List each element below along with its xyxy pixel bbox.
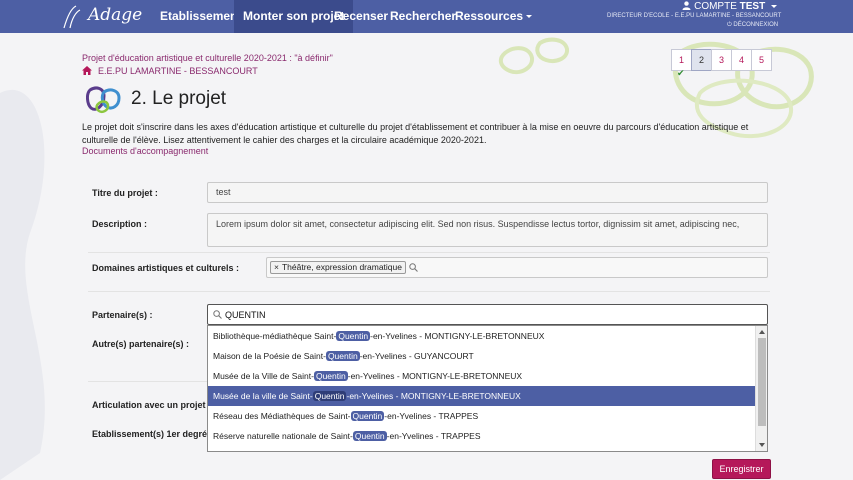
option-text: Maison de la Poésie de Saint-: [213, 351, 326, 361]
intro-text: Le projet doit s'inscrire dans les axes …: [82, 122, 749, 145]
step-5[interactable]: 5: [751, 49, 772, 71]
dropdown-option[interactable]: Musée de la Ville de Saint- Quentin -en-Yv…: [208, 366, 756, 386]
user-icon: [682, 1, 691, 10]
search-icon: [409, 263, 418, 272]
option-text: Réserve naturelle nationale de Saint-: [213, 431, 353, 441]
option-match: Quentin: [350, 411, 385, 421]
account-menu[interactable]: COMPTE TEST: [682, 1, 777, 12]
page-title: 2. Le projet: [131, 88, 227, 109]
title-input[interactable]: test: [207, 182, 768, 203]
account-role: DIRECTEUR D'ECOLE - E.E.PU LAMARTINE - B…: [607, 13, 782, 19]
remove-tag-icon[interactable]: ×: [274, 262, 279, 272]
partners-search-input[interactable]: QUENTIN: [207, 304, 768, 325]
option-text: Musée de la Ville de Saint-: [213, 371, 314, 381]
school-breadcrumb[interactable]: E.E.PU LAMARTINE - BESSANCOURT: [82, 66, 258, 76]
scroll-up-icon[interactable]: [759, 330, 765, 334]
option-text: -en-Yvelines - TRAPPES: [384, 411, 479, 421]
option-text: -en-Yvelines - TRAPPES: [386, 431, 481, 441]
dropdown-option[interactable]: Réseau des Médiathèques de Saint- Quentin…: [208, 406, 756, 426]
caret-down-icon: [526, 15, 533, 19]
description-label: Description :: [92, 219, 148, 229]
home-icon: [82, 66, 92, 75]
option-match: Quentin: [313, 371, 348, 381]
option-match: Quentin: [352, 431, 387, 441]
school-name: E.E.PU LAMARTINE - BESSANCOURT: [98, 66, 258, 76]
option-text: Musée de la ville de Saint-: [213, 391, 313, 401]
documents-link[interactable]: Documents d'accompagnement: [82, 146, 208, 156]
logout-link[interactable]: ⏻ DÉCONNEXION: [727, 22, 778, 29]
partners-label: Partenaire(s) :: [92, 310, 153, 320]
step-2[interactable]: 2: [691, 49, 712, 71]
caret-down-icon: [771, 4, 777, 8]
account-prefix: COMPTE: [694, 1, 737, 12]
divider: [88, 252, 770, 253]
step-1-complete-check-icon: ✔: [677, 68, 685, 78]
step-4[interactable]: 4: [731, 49, 752, 71]
step-3[interactable]: 3: [711, 49, 732, 71]
project-title: Projet d'éducation artistique et culture…: [82, 53, 333, 63]
dropdown-option[interactable]: Maison de la Poésie de Saint- Quentin -en-…: [208, 346, 756, 366]
nav-label: Etablissement: [160, 9, 242, 23]
dropdown-scrollbar[interactable]: [755, 326, 767, 451]
dropdown-option[interactable]: Réserve naturelle nationale de Saint- Que…: [208, 426, 756, 446]
option-text: -en-Yvelines - MONTIGNY-LE-BRETONNEUX: [347, 371, 523, 381]
title-label: Titre du projet :: [92, 188, 158, 198]
nav-label: Recenser: [334, 9, 389, 23]
option-text: Réseau des Médiathèques de Saint-: [213, 411, 351, 421]
nav-ressources[interactable]: Ressources: [446, 0, 541, 33]
description-textarea[interactable]: Lorem ipsum dolor sit amet, consectetur …: [207, 213, 768, 247]
other-partners-label: Autre(s) partenaire(s) :: [92, 339, 190, 349]
adage-logo-text[interactable]: Adage: [88, 5, 142, 25]
top-navbar: Adage Etablissement Monter son projet Re…: [0, 0, 853, 33]
account-name: TEST: [739, 1, 766, 12]
project-logo-icon: [86, 86, 121, 114]
scroll-down-icon[interactable]: [759, 443, 765, 447]
articulation-label: Articulation avec un projet 2n: [92, 400, 219, 410]
dropdown-option-selected[interactable]: Musée de la ville de Saint- Quentin -en-Yv…: [208, 386, 756, 406]
partners-dropdown: Bibliothèque-médiathèque Saint- Quentin -e…: [207, 325, 768, 452]
dropdown-option[interactable]: Bibliothèque-médiathèque Saint- Quentin -e…: [208, 326, 756, 346]
partners-search-value: QUENTIN: [225, 310, 266, 320]
divider: [88, 291, 770, 292]
step-navigation: 1 2 3 4 5: [671, 49, 772, 71]
power-icon: ⏻: [727, 22, 732, 28]
domain-tag: × Théâtre, expression dramatique: [270, 261, 406, 274]
option-match: Quentin: [336, 331, 371, 341]
option-text: Bibliothèque-médiathèque Saint-: [213, 331, 337, 341]
option-match: Quentin: [325, 351, 360, 361]
nav-label: Ressources: [455, 9, 524, 23]
option-text: -en-Yvelines - MONTIGNY-LE-BRETONNEUX: [370, 331, 545, 341]
option-text: -en-Yvelines - GUYANCOURT: [359, 351, 474, 361]
option-match: Quentin: [312, 391, 347, 401]
save-button[interactable]: Enregistrer: [712, 459, 771, 479]
logout-label: DÉCONNEXION: [733, 22, 779, 28]
establishments-label: Etablissement(s) 1er degré as: [92, 429, 220, 439]
domains-label: Domaines artistiques et culturels :: [92, 263, 240, 273]
option-text: -en-Yvelines - MONTIGNY-LE-BRETONNEUX: [346, 391, 521, 401]
scrollbar-thumb[interactable]: [758, 338, 766, 426]
domain-tag-label: Théâtre, expression dramatique: [281, 262, 402, 272]
search-icon: [213, 310, 222, 319]
divider: [88, 381, 213, 382]
